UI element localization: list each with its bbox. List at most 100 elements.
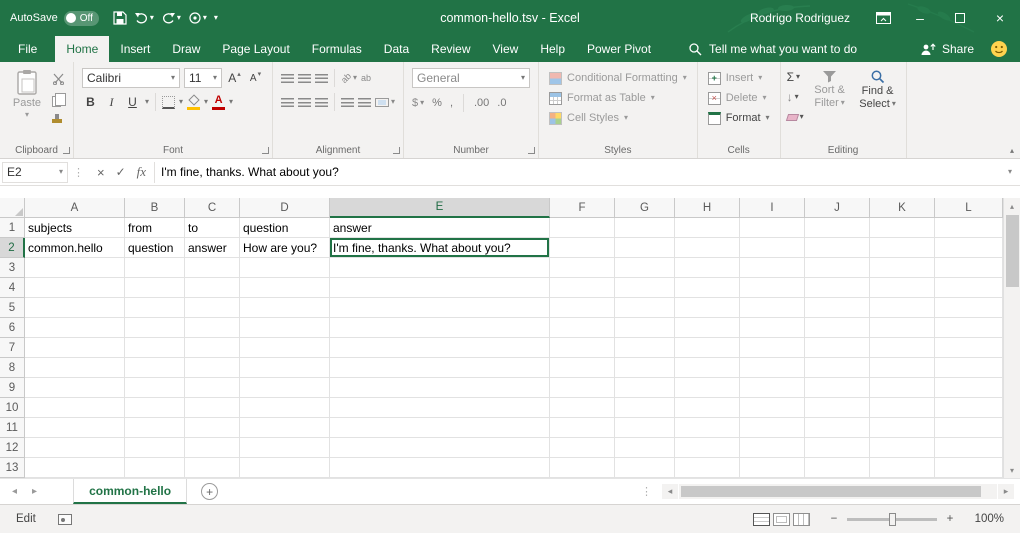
cell-D8[interactable]	[240, 358, 330, 378]
clear-button[interactable]: ▾	[787, 109, 804, 125]
decrease-indent-icon[interactable]	[341, 98, 354, 107]
cell-F8[interactable]	[550, 358, 615, 378]
tab-formulas[interactable]: Formulas	[301, 36, 373, 62]
cell-E5[interactable]	[330, 298, 550, 318]
cell-B13[interactable]	[125, 458, 185, 478]
accounting-format-button[interactable]: $▾	[412, 97, 424, 109]
cell-D1[interactable]: question	[240, 218, 330, 238]
collapse-ribbon-icon[interactable]: ▴	[1010, 146, 1014, 155]
format-as-table-button[interactable]: Format as Table ▾	[549, 90, 687, 106]
cell-A13[interactable]	[25, 458, 125, 478]
insert-cells-button[interactable]: + Insert ▾	[708, 70, 770, 86]
decrease-decimal-button[interactable]: .0	[497, 97, 506, 109]
cell-H4[interactable]	[675, 278, 740, 298]
next-sheet-icon[interactable]: ▸	[32, 486, 37, 497]
column-header-H[interactable]: H	[675, 198, 740, 218]
cell-styles-button[interactable]: Cell Styles ▾	[549, 110, 687, 126]
increase-decimal-button[interactable]: .00	[474, 97, 489, 109]
row-header-3[interactable]: 3	[0, 258, 25, 278]
align-right-icon[interactable]	[315, 98, 328, 107]
cell-I3[interactable]	[740, 258, 805, 278]
cell-J5[interactable]	[805, 298, 870, 318]
cell-D3[interactable]	[240, 258, 330, 278]
cell-K6[interactable]	[870, 318, 935, 338]
cell-G7[interactable]	[615, 338, 675, 358]
share-button[interactable]: Share	[920, 42, 974, 56]
cell-H2[interactable]	[675, 238, 740, 258]
font-color-button[interactable]: A	[212, 94, 225, 110]
cell-C4[interactable]	[185, 278, 240, 298]
cell-F3[interactable]	[550, 258, 615, 278]
increase-indent-icon[interactable]	[358, 98, 371, 107]
number-format-combo[interactable]: General▾	[412, 68, 530, 88]
cell-G3[interactable]	[615, 258, 675, 278]
cell-G9[interactable]	[615, 378, 675, 398]
row-header-2[interactable]: 2	[0, 238, 25, 258]
cell-J1[interactable]	[805, 218, 870, 238]
cell-L1[interactable]	[935, 218, 1003, 238]
cell-H6[interactable]	[675, 318, 740, 338]
fill-color-button[interactable]	[187, 95, 200, 110]
cell-L3[interactable]	[935, 258, 1003, 278]
cell-A12[interactable]	[25, 438, 125, 458]
column-header-I[interactable]: I	[740, 198, 805, 218]
cell-G1[interactable]	[615, 218, 675, 238]
column-header-K[interactable]: K	[870, 198, 935, 218]
cell-G8[interactable]	[615, 358, 675, 378]
cell-K4[interactable]	[870, 278, 935, 298]
cell-J9[interactable]	[805, 378, 870, 398]
tab-file[interactable]: File	[0, 36, 55, 62]
clipboard-dialog-launcher-icon[interactable]	[63, 147, 70, 154]
cell-H9[interactable]	[675, 378, 740, 398]
cell-D12[interactable]	[240, 438, 330, 458]
cell-A8[interactable]	[25, 358, 125, 378]
font-color-dropdown-icon[interactable]: ▾	[229, 98, 233, 106]
format-painter-icon[interactable]	[52, 119, 62, 123]
column-header-B[interactable]: B	[125, 198, 185, 218]
wrap-text-button[interactable]: ab	[361, 73, 371, 83]
conditional-formatting-button[interactable]: Conditional Formatting ▾	[549, 70, 687, 86]
macro-record-button[interactable]	[58, 514, 72, 525]
close-button[interactable]: ×	[980, 0, 1020, 36]
select-all-button[interactable]	[0, 198, 25, 218]
cell-A6[interactable]	[25, 318, 125, 338]
cell-E10[interactable]	[330, 398, 550, 418]
cell-C11[interactable]	[185, 418, 240, 438]
horizontal-scrollbar-track[interactable]	[679, 484, 997, 499]
cell-G6[interactable]	[615, 318, 675, 338]
cell-B5[interactable]	[125, 298, 185, 318]
orientation-button[interactable]: ab▾	[341, 73, 357, 83]
cell-G4[interactable]	[615, 278, 675, 298]
paste-button[interactable]: Paste ▾	[4, 65, 50, 119]
cell-I11[interactable]	[740, 418, 805, 438]
decrease-font-button[interactable]: A▾	[247, 69, 264, 87]
cell-K7[interactable]	[870, 338, 935, 358]
cell-E4[interactable]	[330, 278, 550, 298]
cell-H1[interactable]	[675, 218, 740, 238]
cell-L4[interactable]	[935, 278, 1003, 298]
cell-B9[interactable]	[125, 378, 185, 398]
confirm-entry-button[interactable]: ✓	[116, 165, 126, 179]
cell-H12[interactable]	[675, 438, 740, 458]
cell-D4[interactable]	[240, 278, 330, 298]
cell-I2[interactable]	[740, 238, 805, 258]
cell-G11[interactable]	[615, 418, 675, 438]
cell-K9[interactable]	[870, 378, 935, 398]
cell-A7[interactable]	[25, 338, 125, 358]
cell-A10[interactable]	[25, 398, 125, 418]
sort-filter-button[interactable]: Sort & Filter▾	[806, 65, 854, 109]
tab-insert[interactable]: Insert	[109, 36, 161, 62]
format-cells-button[interactable]: Format ▾	[708, 110, 770, 126]
zoom-out-button[interactable]: −	[826, 513, 842, 525]
cell-E2[interactable]: I'm fine, thanks. What about you?	[330, 238, 550, 258]
cell-J3[interactable]	[805, 258, 870, 278]
row-header-4[interactable]: 4	[0, 278, 25, 298]
previous-sheet-icon[interactable]: ◂	[12, 486, 17, 497]
cell-I9[interactable]	[740, 378, 805, 398]
cell-B8[interactable]	[125, 358, 185, 378]
cell-F7[interactable]	[550, 338, 615, 358]
underline-button[interactable]: U	[124, 93, 141, 111]
cell-L6[interactable]	[935, 318, 1003, 338]
column-header-A[interactable]: A	[25, 198, 125, 218]
column-header-D[interactable]: D	[240, 198, 330, 218]
